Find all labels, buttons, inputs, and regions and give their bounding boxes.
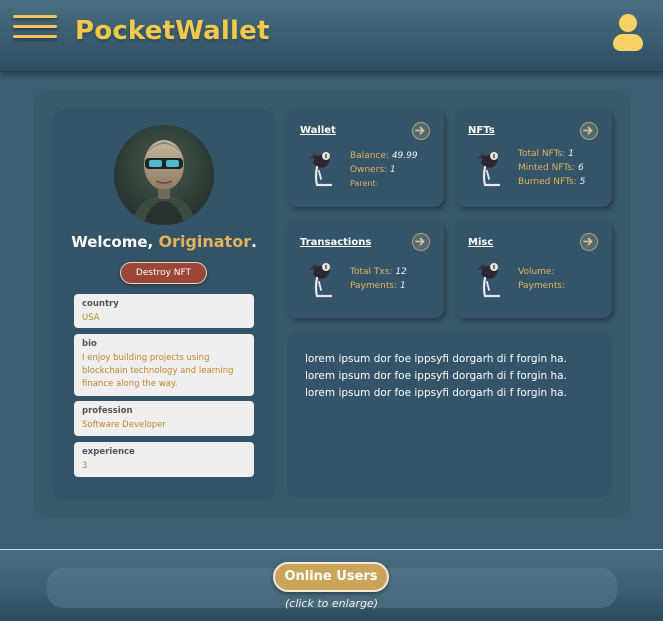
misc-stats: Volume: Payments: <box>518 265 565 293</box>
app-header: PocketWallet <box>0 0 663 72</box>
balance-label: Balance: <box>350 151 389 161</box>
click-hint: (click to enlarge) <box>284 597 378 610</box>
nfts-stats: Total NFTs: 1 Minted NFTs: 6 Burned NFTs… <box>518 147 585 189</box>
robot-icon <box>309 152 333 187</box>
minted-nfts-label: Minted NFTs: <box>518 163 576 173</box>
info-experience: experience 3 <box>74 442 254 477</box>
misc-payments-label: Payments: <box>518 281 566 291</box>
total-txs-value: 12 <box>395 267 407 277</box>
app-title: PocketWallet <box>75 16 270 46</box>
burned-nfts-value: 5 <box>579 177 586 187</box>
arrow-right-icon[interactable] <box>580 233 598 251</box>
field-label: profession <box>82 406 133 416</box>
total-nfts-label: Total NFTs: <box>518 149 566 159</box>
welcome-prefix: Welcome, <box>71 233 154 251</box>
field-label: experience <box>82 447 135 457</box>
field-label: country <box>82 299 119 309</box>
field-value: Software Developer <box>82 420 166 430</box>
transactions-card: Transactions Total Txs: 12 Payments: 1 <box>287 220 444 318</box>
username: Originator <box>158 232 252 251</box>
wallet-card-title[interactable]: Wallet <box>300 125 336 136</box>
destroy-nft-button[interactable]: Destroy NFT <box>120 262 207 284</box>
field-value: 3 <box>82 461 88 471</box>
burned-nfts-label: Burned NFTs: <box>518 177 577 187</box>
field-label: bio <box>82 339 97 349</box>
info-profession: profession Software Developer <box>74 401 254 436</box>
robot-icon <box>309 263 333 298</box>
welcome-message: Welcome, Originator. <box>52 232 276 251</box>
misc-card-title[interactable]: Misc <box>468 237 493 248</box>
profile-avatar <box>114 125 214 225</box>
parent-label: Parent: <box>350 179 379 188</box>
info-bio: bio I enjoy building projects using bloc… <box>74 334 254 396</box>
wallet-stats: Balance: 49.99 Owners: 1 Parent: <box>350 149 418 191</box>
nfts-card: NFTs Total NFTs: 1 Minted NFTs: 6 Burned… <box>455 109 612 207</box>
payments-label: Payments: <box>350 281 398 291</box>
online-users-button[interactable]: Online Users <box>273 562 389 592</box>
transactions-card-title[interactable]: Transactions <box>300 237 371 248</box>
arrow-right-icon[interactable] <box>412 122 430 140</box>
robot-icon <box>477 263 501 298</box>
info-country: country USA <box>74 294 254 328</box>
user-icon[interactable] <box>612 14 644 52</box>
arrow-right-icon[interactable] <box>412 233 430 251</box>
total-nfts-value: 1 <box>568 149 574 159</box>
welcome-suffix: . <box>251 233 257 251</box>
robot-icon <box>477 152 501 187</box>
description-panel: lorem ipsum dor foe ippsyfi dorgarh di f… <box>287 331 612 498</box>
transactions-stats: Total Txs: 12 Payments: 1 <box>350 265 407 293</box>
misc-card: Misc Volume: Payments: <box>455 220 612 318</box>
payments-value: 1 <box>400 281 406 291</box>
owners-value: 1 <box>389 165 396 175</box>
owners-label: Owners: <box>350 165 388 175</box>
wallet-card: Wallet Balance: 49.99 Owners: 1 Parent: <box>287 109 444 207</box>
field-value: I enjoy building projects using blockcha… <box>82 353 234 389</box>
volume-label: Volume: <box>518 267 555 277</box>
description-text: lorem ipsum dor foe ippsyfi dorgarh di f… <box>305 353 567 399</box>
balance-value: 49.99 <box>391 151 418 161</box>
nfts-card-title[interactable]: NFTs <box>468 125 495 136</box>
arrow-right-icon[interactable] <box>580 122 598 140</box>
total-txs-label: Total Txs: <box>350 267 393 277</box>
field-value: USA <box>82 313 100 323</box>
hamburger-menu-icon[interactable] <box>13 15 57 43</box>
minted-nfts-value: 6 <box>577 163 584 173</box>
